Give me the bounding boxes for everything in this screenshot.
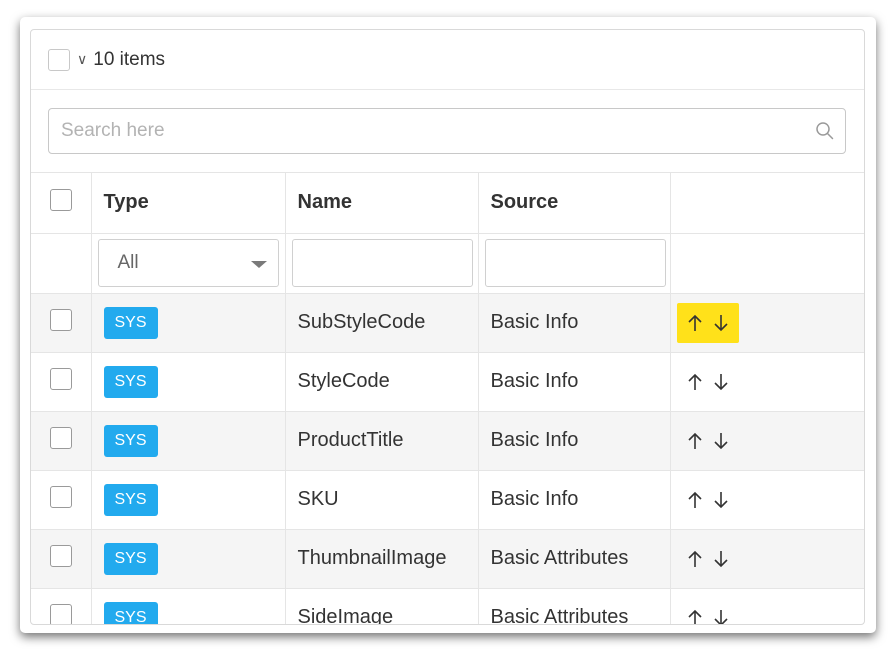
reorder-controls — [677, 598, 739, 624]
arrow-down-icon[interactable] — [711, 371, 731, 393]
search-box — [48, 108, 846, 154]
column-header-type[interactable]: Type — [91, 173, 286, 234]
row-name: SubStyleCode — [285, 293, 479, 353]
row-checkbox[interactable] — [49, 485, 72, 508]
row-name: SKU — [285, 470, 479, 530]
chevron-down-icon[interactable]: ∨ — [77, 51, 87, 68]
arrow-up-icon[interactable] — [685, 607, 705, 624]
list-header: ∨ 10 items — [31, 30, 864, 90]
row-checkbox[interactable] — [49, 308, 72, 331]
type-badge: SYS — [103, 601, 158, 624]
filter-row: All — [31, 233, 864, 294]
row-checkbox[interactable] — [49, 367, 72, 390]
header-checkbox-cell — [31, 173, 92, 234]
type-filter-value: All — [117, 252, 139, 273]
arrow-down-icon[interactable] — [711, 489, 731, 511]
reorder-controls — [677, 480, 739, 520]
table-row[interactable]: SYS ThumbnailImage Basic Attributes — [31, 529, 864, 589]
select-all-checkbox[interactable] — [48, 48, 70, 71]
table-row[interactable]: SYS SKU Basic Info — [31, 470, 864, 530]
list-container: ∨ 10 items Type Name Source — [30, 29, 865, 625]
name-filter-input[interactable] — [291, 239, 473, 287]
reorder-controls — [677, 539, 739, 579]
row-source: Basic Attributes — [478, 529, 671, 589]
type-badge: SYS — [103, 365, 158, 398]
row-checkbox[interactable] — [49, 426, 72, 449]
table-row[interactable]: SYS StyleCode Basic Info — [31, 352, 864, 412]
arrow-down-icon[interactable] — [711, 312, 731, 334]
table-row[interactable]: SYS SideImage Basic Attributes — [31, 588, 864, 624]
row-source: Basic Info — [478, 470, 671, 530]
table-header-row: Type Name Source — [31, 173, 864, 234]
table-body: SYS SubStyleCode Basic Info SYS StyleCod… — [31, 293, 864, 624]
reorder-controls — [677, 362, 739, 402]
row-checkbox[interactable] — [49, 544, 72, 567]
type-badge: SYS — [103, 306, 158, 339]
row-name: ThumbnailImage — [285, 529, 479, 589]
search-area — [31, 90, 864, 173]
arrow-up-icon[interactable] — [685, 489, 705, 511]
source-filter-input[interactable] — [484, 239, 666, 287]
type-badge: SYS — [103, 483, 158, 516]
row-name: ProductTitle — [285, 411, 479, 471]
column-header-source[interactable]: Source — [478, 173, 671, 234]
reorder-controls — [677, 421, 739, 461]
row-source: Basic Attributes — [478, 588, 671, 624]
search-input[interactable] — [49, 109, 789, 153]
row-checkbox[interactable] — [49, 603, 72, 624]
row-source: Basic Info — [478, 352, 671, 412]
column-header-name[interactable]: Name — [285, 173, 479, 234]
table-row[interactable]: SYS SubStyleCode Basic Info — [31, 293, 864, 353]
arrow-down-icon[interactable] — [711, 548, 731, 570]
row-name: SideImage — [285, 588, 479, 624]
arrow-up-icon[interactable] — [685, 371, 705, 393]
header-checkbox[interactable] — [49, 188, 72, 211]
type-badge: SYS — [103, 424, 158, 457]
type-badge: SYS — [103, 542, 158, 575]
table-row[interactable]: SYS ProductTitle Basic Info — [31, 411, 864, 471]
row-source: Basic Info — [478, 293, 671, 353]
items-table: Type Name Source All SYS SubStyleCode Ba… — [31, 173, 864, 624]
column-header-actions — [670, 173, 864, 234]
reorder-controls — [676, 302, 739, 343]
row-source: Basic Info — [478, 411, 671, 471]
item-count: 10 items — [93, 48, 166, 70]
type-filter-select[interactable]: All — [97, 239, 279, 287]
arrow-up-icon[interactable] — [685, 430, 705, 452]
dialog-panel: ∨ 10 items Type Name Source — [20, 17, 876, 633]
row-name: StyleCode — [285, 352, 479, 412]
arrow-up-icon[interactable] — [685, 548, 705, 570]
search-icon[interactable] — [815, 121, 835, 141]
arrow-up-icon[interactable] — [685, 312, 705, 334]
arrow-down-icon[interactable] — [711, 607, 731, 624]
arrow-down-icon[interactable] — [711, 430, 731, 452]
caret-down-icon — [250, 261, 267, 268]
